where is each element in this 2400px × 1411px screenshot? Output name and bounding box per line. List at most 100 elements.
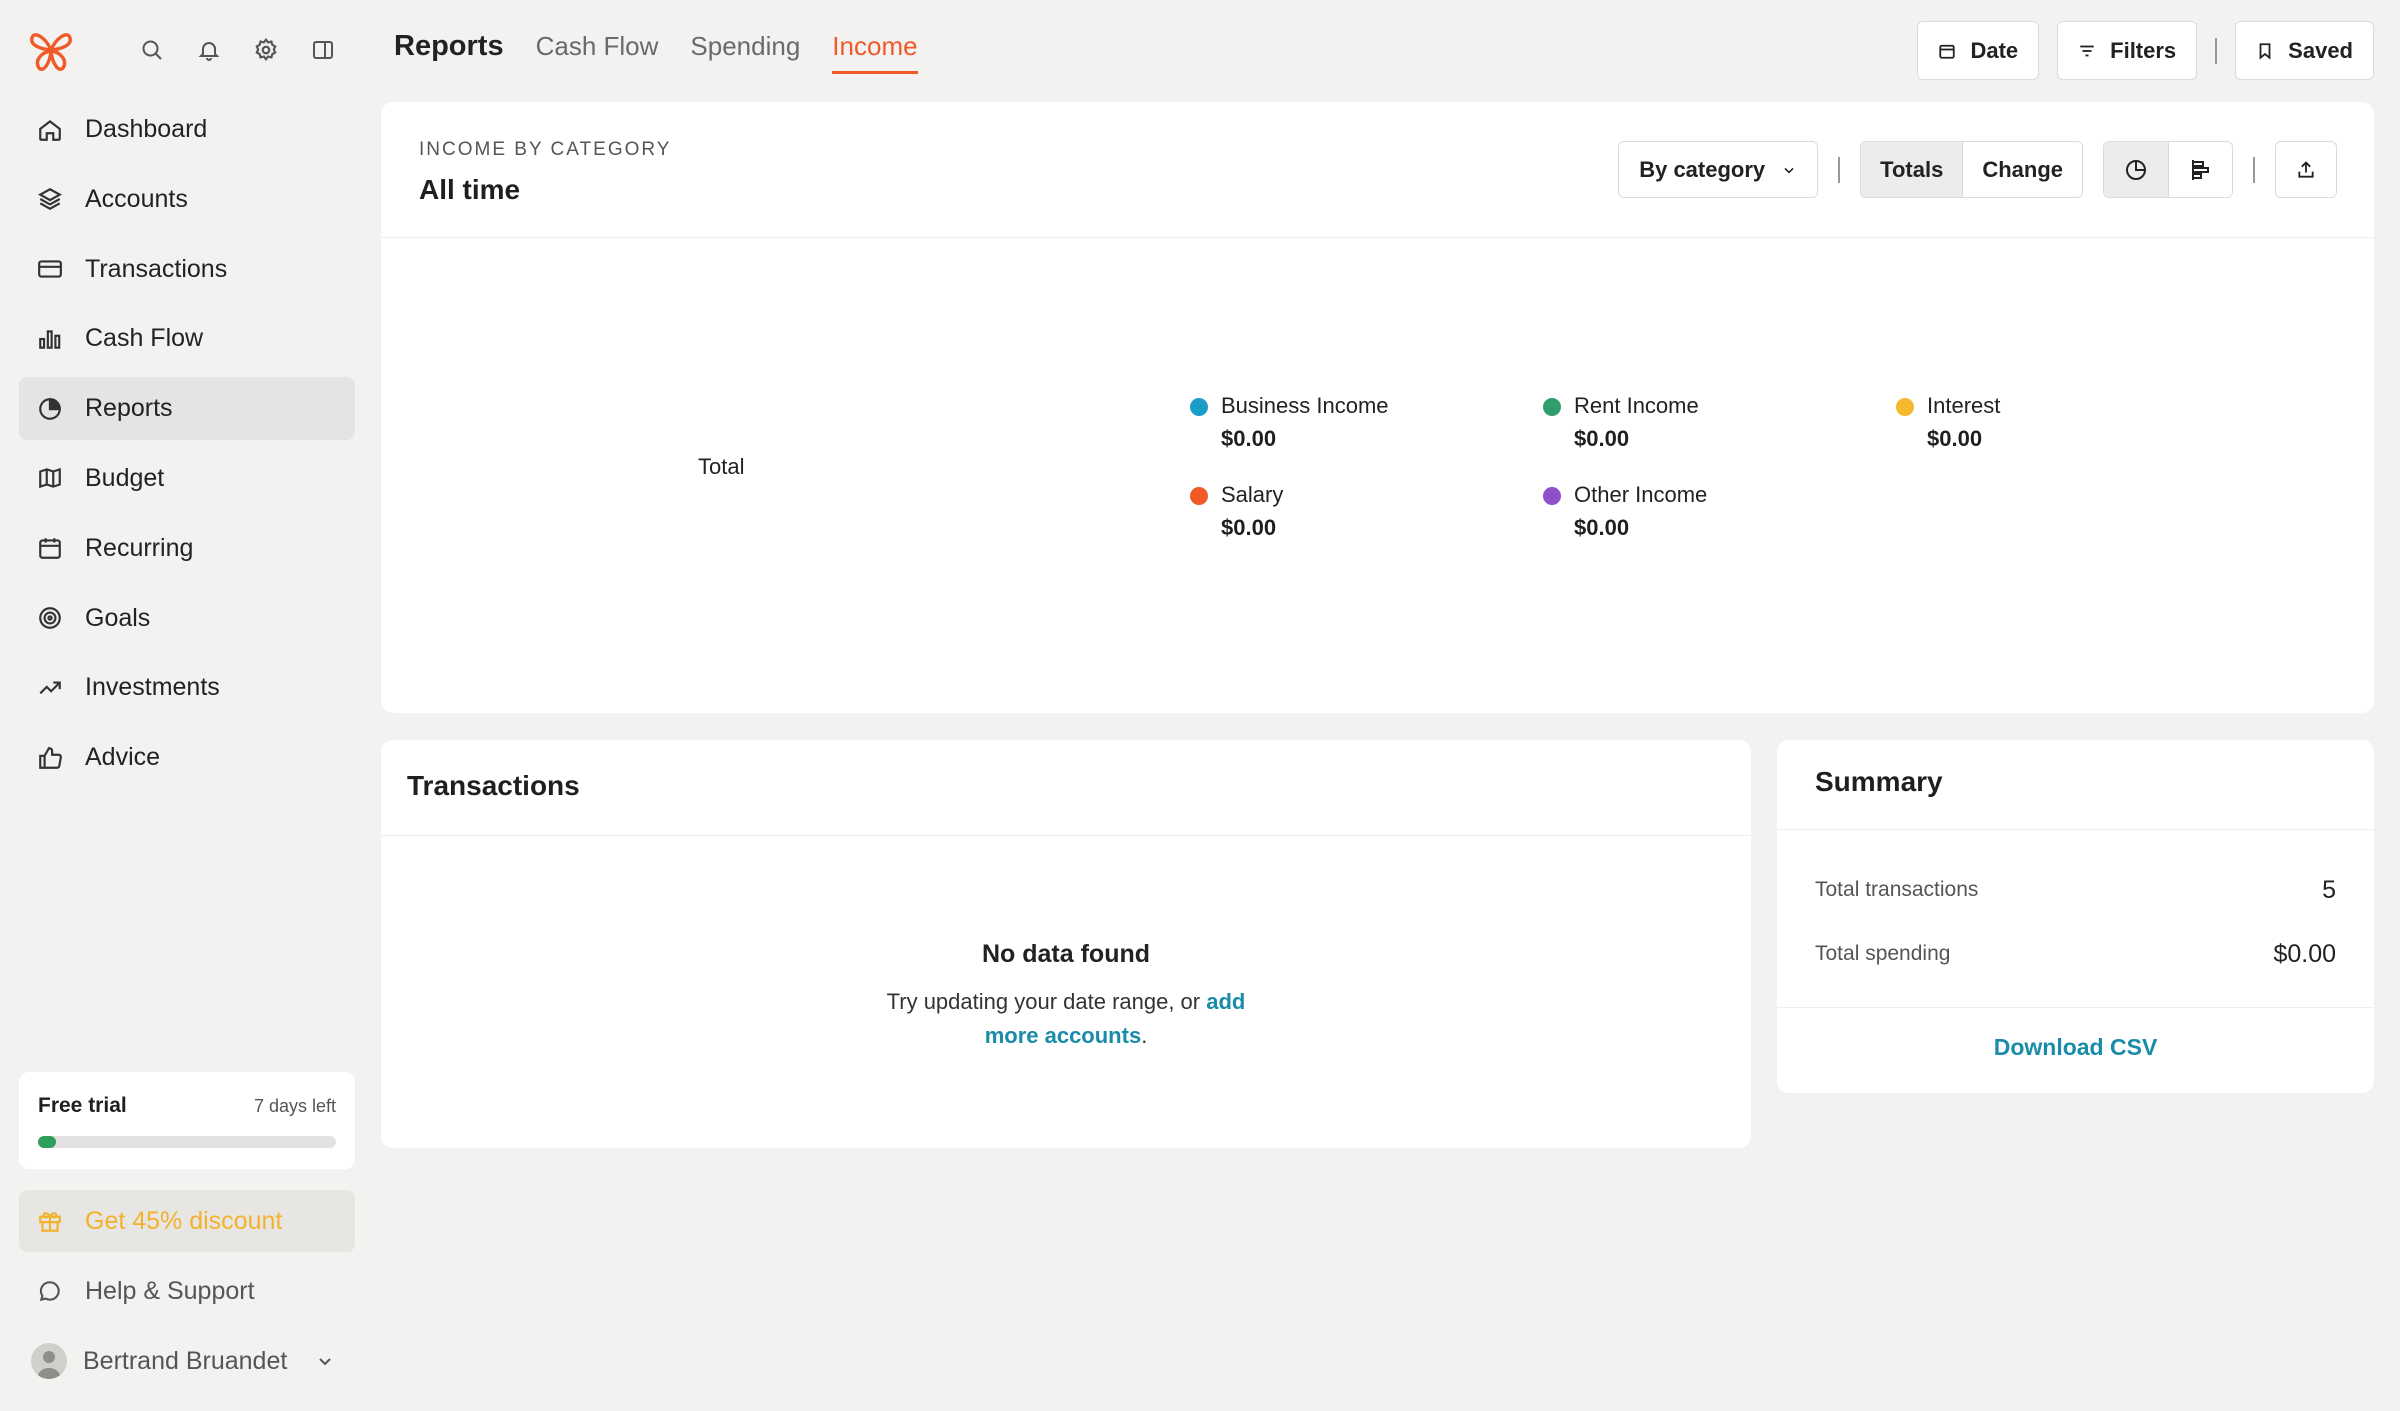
group-by-dropdown[interactable]: By category [1618,141,1819,198]
transactions-title: Transactions [381,740,1751,836]
chart-legend: Business Income $0.00 Rent Income $0.00 Inte… [1190,393,2249,541]
card-icon [37,256,63,282]
legend-value-label: $0.00 [1221,426,1277,451]
group-by-label: By category [1639,156,1766,182]
summary-row: Total spending $0.00 [1815,922,2336,986]
change-toggle[interactable]: Change [1962,142,2082,197]
sidebar-item-label: Transactions [85,254,228,283]
header-actions: Date Filters Saved [1917,21,2374,80]
sidebar-item-label: Advice [85,743,161,772]
divider [2253,156,2255,183]
avatar [31,1343,67,1379]
legend-category-label: Interest [1927,393,2001,418]
summary-body: Total transactions 5 Total spending $0.0… [1777,830,2374,1008]
sidebar-item-reports[interactable]: Reports [19,377,355,441]
gear-icon[interactable] [250,34,282,66]
legend-text: Business Income $0.00 [1221,393,1389,452]
sidebar-item-accounts[interactable]: Accounts [19,168,355,231]
app-logo-icon[interactable] [28,28,74,74]
trending-up-icon [37,675,63,701]
date-button[interactable]: Date [1917,21,2040,80]
income-card-title: All time [419,174,521,205]
legend-value-label: $0.00 [1927,426,1983,451]
sidebar-item-label: Investments [85,673,220,702]
filter-icon [2078,42,2096,60]
layers-icon [37,186,63,212]
pie-chart-icon [37,396,63,422]
sidebar-item-investments[interactable]: Investments [19,656,355,719]
download-csv-button[interactable]: Download CSV [1777,1008,2374,1061]
legend-item[interactable]: Interest $0.00 [1896,393,2249,452]
chat-bubble-icon [37,1278,63,1304]
legend-item[interactable]: Other Income $0.00 [1543,482,1896,541]
legend-category-label: Rent Income [1574,393,1699,418]
sidebar-item-label: Recurring [85,533,194,562]
legend-item[interactable]: Salary $0.00 [1190,482,1543,541]
share-icon [2296,160,2316,180]
empty-message-text: Try updating your date range, or [886,989,1207,1014]
home-icon [37,117,63,143]
tab-income[interactable]: Income [832,31,918,74]
income-card-controls: By category Totals Change [1618,141,2337,198]
free-trial-card[interactable]: Free trial 7 days left [19,1072,355,1169]
discount-button[interactable]: Get 45% discount [19,1190,355,1252]
date-label: Date [1970,37,2019,63]
legend-item[interactable]: Business Income $0.00 [1190,393,1543,452]
empty-title: No data found [981,940,1151,968]
legend-color-dot [1543,487,1561,505]
gift-icon [37,1208,63,1234]
legend-item[interactable]: Rent Income $0.00 [1543,393,1896,452]
empty-message: Try updating your date range, or add mor… [876,985,1256,1053]
income-card-header: INCOME BY CATEGORY All time By category … [381,102,2374,238]
discount-label: Get 45% discount [85,1206,283,1235]
pie-chart-view-button[interactable] [2104,142,2168,197]
filters-label: Filters [2110,37,2177,63]
income-card-kicker: INCOME BY CATEGORY [419,139,672,160]
sidebar-item-goals[interactable]: Goals [19,587,355,650]
legend-category-label: Business Income [1221,393,1389,418]
income-chart: Total Business Income $0.00 Rent Income $0.… [381,238,2374,713]
export-button[interactable] [2275,141,2337,198]
sidebar-item-recurring[interactable]: Recurring [19,517,355,580]
search-icon[interactable] [136,34,168,66]
tab-spending[interactable]: Spending [690,31,800,71]
tab-cash-flow[interactable]: Cash Flow [536,31,659,71]
user-name: Bertrand Bruandet [83,1346,288,1375]
pie-chart-icon [2124,158,2148,182]
income-by-category-card: INCOME BY CATEGORY All time By category … [381,102,2374,713]
sidebar-item-transactions[interactable]: Transactions [19,238,355,301]
panel-icon[interactable] [307,34,339,66]
chart-total-label: Total [698,454,745,479]
chevron-down-icon [315,1351,335,1371]
help-support-link[interactable]: Help & Support [19,1260,355,1322]
chart-type-toggle [2103,141,2233,198]
empty-state: No data found Try updating your date ran… [381,940,1751,1053]
saved-button[interactable]: Saved [2235,21,2374,80]
summary-row: Total transactions 5 [1815,858,2336,922]
sidebar-item-cash-flow[interactable]: Cash Flow [19,307,355,370]
horizontal-bars-icon [2189,158,2213,182]
user-menu[interactable]: Bertrand Bruandet [19,1330,355,1392]
trial-progress-bar [38,1136,336,1148]
filters-button[interactable]: Filters [2057,21,2198,80]
sidebar-item-label: Reports [85,394,173,423]
totals-toggle[interactable]: Totals [1861,142,1963,197]
bar-chart-icon [37,326,63,352]
report-tabs: Reports Cash Flow Spending Income [394,30,918,74]
bar-chart-view-button[interactable] [2168,142,2232,197]
chevron-down-icon [1781,162,1797,178]
sidebar-item-label: Cash Flow [85,324,204,353]
legend-category-label: Salary [1221,482,1284,507]
legend-text: Other Income $0.00 [1574,482,1707,541]
sidebar-item-budget[interactable]: Budget [19,447,355,510]
calendar-icon [1938,42,1956,60]
thumbs-up-icon [37,745,63,771]
sidebar-item-advice[interactable]: Advice [19,726,355,789]
sidebar-item-dashboard[interactable]: Dashboard [19,98,355,161]
legend-value-label: $0.00 [1574,426,1630,451]
legend-color-dot [1190,487,1208,505]
page-header: Reports Cash Flow Spending Income Date F… [394,0,2400,100]
bell-icon[interactable] [193,34,225,66]
bookmark-icon [2256,42,2274,60]
sidebar-item-label: Budget [85,463,165,492]
